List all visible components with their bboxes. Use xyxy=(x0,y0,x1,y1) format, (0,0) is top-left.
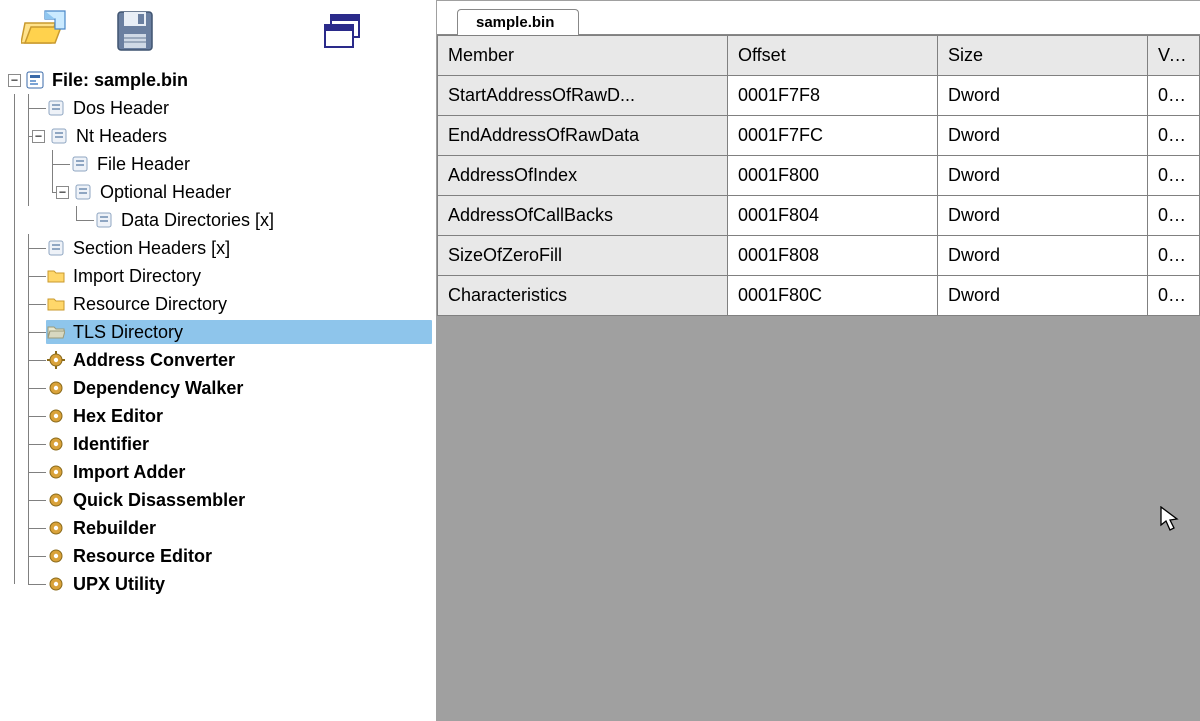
gear-icon xyxy=(46,518,66,538)
col-offset[interactable]: Offset xyxy=(728,36,938,76)
struct-icon xyxy=(73,182,93,202)
cell-offset[interactable]: 0001F804 xyxy=(728,196,938,236)
cell-member[interactable]: AddressOfCallBacks xyxy=(438,196,728,236)
cell-offset[interactable]: 0001F80C xyxy=(728,276,938,316)
tab-label: sample.bin xyxy=(476,14,554,31)
gear-icon xyxy=(46,350,66,370)
file-icon xyxy=(25,70,45,90)
cell-value[interactable]: 00000000 xyxy=(1148,236,1200,276)
tree-item-import-directory[interactable]: Import Directory xyxy=(8,262,432,290)
windows-button[interactable] xyxy=(320,6,370,56)
tree-item-section-headers[interactable]: Section Headers [x] xyxy=(8,234,432,262)
tree-item-dependency-walker[interactable]: Dependency Walker xyxy=(8,374,432,402)
struct-icon xyxy=(46,98,66,118)
cell-value[interactable]: 00478614 xyxy=(1148,196,1200,236)
tree-item-file-header[interactable]: File Header xyxy=(8,150,432,178)
gear-icon xyxy=(46,574,66,594)
collapse-icon[interactable]: − xyxy=(56,186,69,199)
cell-size[interactable]: Dword xyxy=(938,236,1148,276)
tree-item-nt-headers[interactable]: − Nt Headers xyxy=(8,122,432,150)
col-value[interactable]: Value xyxy=(1148,36,1200,76)
col-member[interactable]: Member xyxy=(438,36,728,76)
folder-icon xyxy=(46,266,66,286)
tree-item-upx-utility[interactable]: UPX Utility xyxy=(8,570,432,598)
gear-icon xyxy=(46,462,66,482)
gear-icon xyxy=(46,546,66,566)
cell-member[interactable]: EndAddressOfRawData xyxy=(438,116,728,156)
tree-item-resource-editor[interactable]: Resource Editor xyxy=(8,542,432,570)
save-button[interactable] xyxy=(110,6,160,56)
struct-icon xyxy=(49,126,69,146)
struct-icon xyxy=(70,154,90,174)
gear-icon xyxy=(46,434,66,454)
tree-root[interactable]: − File: sample.bin xyxy=(8,66,432,94)
cell-offset[interactable]: 0001F800 xyxy=(728,156,938,196)
table-row[interactable]: AddressOfCallBacks0001F804Dword00478614 xyxy=(438,196,1200,236)
table-row[interactable]: AddressOfIndex0001F800Dword0040A03C xyxy=(438,156,1200,196)
tree-item-resource-directory[interactable]: Resource Directory xyxy=(8,290,432,318)
cell-offset[interactable]: 0001F808 xyxy=(728,236,938,276)
tree-item-dos-header[interactable]: Dos Header xyxy=(8,94,432,122)
table-row[interactable]: Characteristics0001F80CDword00000000 xyxy=(438,276,1200,316)
tree-view[interactable]: − File: sample.bin Dos Header xyxy=(0,62,436,721)
toolbar xyxy=(0,0,436,62)
table-header-row: Member Offset Size Value xyxy=(438,36,1200,76)
gear-icon xyxy=(46,406,66,426)
tree-item-import-adder[interactable]: Import Adder xyxy=(8,458,432,486)
cell-size[interactable]: Dword xyxy=(938,156,1148,196)
folder-open-icon xyxy=(46,322,66,342)
tree-item-tls-directory[interactable]: TLS Directory xyxy=(8,318,432,346)
members-table[interactable]: Member Offset Size Value StartAddressOfR… xyxy=(437,35,1200,316)
table-row[interactable]: EndAddressOfRawData0001F7FCDword00478614 xyxy=(438,116,1200,156)
tree-item-identifier[interactable]: Identifier xyxy=(8,430,432,458)
tab-strip: sample.bin xyxy=(437,1,1200,35)
tree-item-rebuilder[interactable]: Rebuilder xyxy=(8,514,432,542)
table-row[interactable]: StartAddressOfRawD...0001F7F8Dword004786… xyxy=(438,76,1200,116)
folder-icon xyxy=(46,294,66,314)
gear-icon xyxy=(46,490,66,510)
cell-member[interactable]: Characteristics xyxy=(438,276,728,316)
open-file-button[interactable] xyxy=(20,6,70,56)
cell-size[interactable]: Dword xyxy=(938,276,1148,316)
tree-item-data-directories[interactable]: Data Directories [x] xyxy=(8,206,432,234)
cell-value[interactable]: 00000000 xyxy=(1148,276,1200,316)
cell-value[interactable]: 00478610 xyxy=(1148,76,1200,116)
tree-item-hex-editor[interactable]: Hex Editor xyxy=(8,402,432,430)
cell-member[interactable]: StartAddressOfRawD... xyxy=(438,76,728,116)
cell-value[interactable]: 00478614 xyxy=(1148,116,1200,156)
cell-offset[interactable]: 0001F7F8 xyxy=(728,76,938,116)
cell-size[interactable]: Dword xyxy=(938,116,1148,156)
right-panel: sample.bin Member Offset Size Value Star… xyxy=(437,0,1200,721)
cell-member[interactable]: AddressOfIndex xyxy=(438,156,728,196)
struct-icon xyxy=(94,210,114,230)
cell-member[interactable]: SizeOfZeroFill xyxy=(438,236,728,276)
cell-offset[interactable]: 0001F7FC xyxy=(728,116,938,156)
tree-root-label: File: sample.bin xyxy=(49,70,191,91)
gear-icon xyxy=(46,378,66,398)
tree-item-address-converter[interactable]: Address Converter xyxy=(8,346,432,374)
tree-item-quick-disassembler[interactable]: Quick Disassembler xyxy=(8,486,432,514)
collapse-icon[interactable]: − xyxy=(8,74,21,87)
collapse-icon[interactable]: − xyxy=(32,130,45,143)
table-row[interactable]: SizeOfZeroFill0001F808Dword00000000 xyxy=(438,236,1200,276)
struct-icon xyxy=(46,238,66,258)
tree-item-optional-header[interactable]: − Optional Header xyxy=(8,178,432,206)
col-size[interactable]: Size xyxy=(938,36,1148,76)
tab-sample-bin[interactable]: sample.bin xyxy=(457,9,579,35)
cell-size[interactable]: Dword xyxy=(938,196,1148,236)
cell-value[interactable]: 0040A03C xyxy=(1148,156,1200,196)
cell-size[interactable]: Dword xyxy=(938,76,1148,116)
left-panel: − File: sample.bin Dos Header xyxy=(0,0,437,721)
